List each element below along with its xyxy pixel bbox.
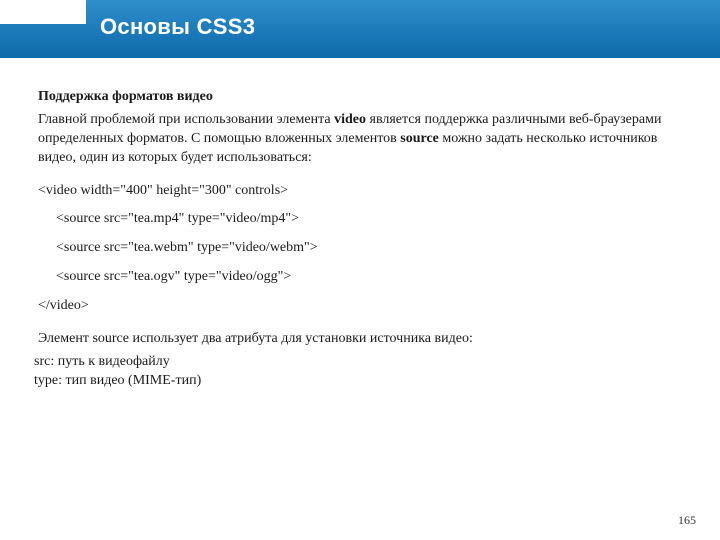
intro-text-a: Главной проблемой при использовании элем…: [38, 112, 334, 127]
header-band: Основы CSS3: [0, 0, 720, 58]
page-number: 165: [678, 513, 696, 528]
code-line-4: <source src="tea.ogv" type="video/ogg">: [38, 268, 678, 287]
page-title: Основы CSS3: [100, 14, 255, 40]
subheading: Поддержка форматов видео: [38, 88, 678, 107]
intro-bold-source: source: [400, 131, 439, 146]
code-line-2: <source src="tea.mp4" type="video/mp4">: [38, 210, 678, 229]
header-tab: [0, 0, 86, 24]
intro-paragraph: Главной проблемой при использовании элем…: [38, 111, 678, 168]
attr-line-1: src: путь к видеофайлу: [34, 353, 678, 372]
intro-bold-video: video: [334, 112, 366, 127]
attrs-intro: Элемент source использует два атрибута д…: [38, 330, 678, 349]
code-line-3: <source src="tea.webm" type="video/webm"…: [38, 239, 678, 258]
content-area: Поддержка форматов видео Главной проблем…: [38, 88, 678, 391]
code-line-1: <video width="400" height="300" controls…: [38, 182, 678, 201]
attr-line-2: type: тип видео (MIME-тип): [34, 372, 678, 391]
code-line-5: </video>: [38, 297, 678, 316]
